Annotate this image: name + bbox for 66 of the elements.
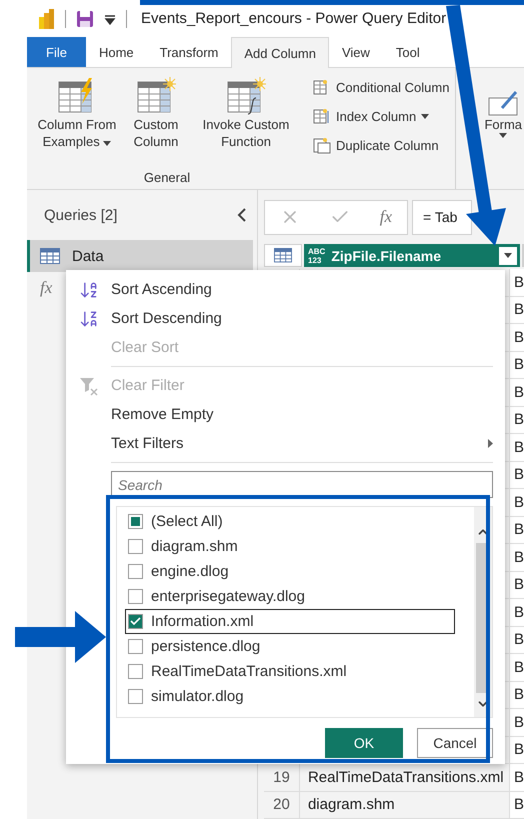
checkbox-item[interactable]: (Select All) <box>125 509 455 534</box>
table-cell: B <box>508 709 524 736</box>
checkbox[interactable] <box>128 614 143 629</box>
ribbon-button[interactable]: Custom Column <box>125 76 187 170</box>
ribbon-button[interactable]: Invoke Custom Function <box>189 76 303 170</box>
table-icon <box>40 248 60 264</box>
cancel-button[interactable]: Cancel <box>417 728 493 758</box>
table-cell: B <box>508 324 524 350</box>
menu-item[interactable]: Sort Descending <box>72 304 493 333</box>
table-function-icon <box>226 76 266 116</box>
checkbox[interactable] <box>128 564 143 579</box>
queries-title: Queries [2] <box>44 206 118 224</box>
ribbon-tab[interactable]: Add Column <box>231 37 329 68</box>
caret-icon <box>504 253 512 258</box>
index-column-icon <box>312 108 331 126</box>
format-button[interactable]: Forma <box>456 68 524 189</box>
duplicate-column-icon <box>312 136 331 154</box>
row-number: 20 <box>272 795 291 816</box>
insert-function-button[interactable]: fx <box>380 207 392 228</box>
ribbon-button[interactable]: Duplicate Column <box>312 134 450 157</box>
table-cell: B <box>508 599 524 626</box>
table-cell: B <box>508 379 524 406</box>
table-cell: B <box>508 764 524 790</box>
table-icon <box>274 248 292 263</box>
customize-toolbar-icon[interactable] <box>104 12 116 24</box>
group-label: General <box>144 170 190 185</box>
query-item[interactable]: Data <box>27 240 253 272</box>
window-title: Events_Report_encours - Power Query Editor <box>141 10 446 27</box>
save-icon[interactable] <box>76 10 94 28</box>
checkbox[interactable] <box>128 514 143 529</box>
formula-field[interactable]: = Tab <box>412 200 472 235</box>
checkbox-item[interactable]: Information.xml <box>125 609 455 634</box>
table-menu-button[interactable] <box>264 244 302 267</box>
text-format-icon <box>488 90 518 116</box>
filter-dropdown-button[interactable] <box>499 246 517 265</box>
checkbox[interactable] <box>128 639 143 654</box>
checkbox-item[interactable]: enterprisegateway.dlog <box>125 584 455 609</box>
table-cell: B <box>508 489 524 516</box>
sort-descending-icon <box>78 308 98 328</box>
menu-item[interactable]: Sort Ascending <box>72 275 493 304</box>
checkbox-item[interactable]: simulator.dlog <box>125 684 455 709</box>
menu-item[interactable]: Text Filters <box>72 429 493 458</box>
table-cell: B <box>508 434 524 460</box>
app-logo-icon <box>39 8 55 28</box>
sort-ascending-icon <box>78 280 98 300</box>
type-icon[interactable]: ABC 123 <box>308 246 326 265</box>
table-cell: B <box>508 269 524 296</box>
collapse-icon[interactable] <box>237 208 247 222</box>
submenu-arrow-icon <box>488 439 493 448</box>
table-cell: B <box>508 544 524 570</box>
checkbox[interactable] <box>128 689 143 704</box>
file-tab[interactable]: File <box>27 37 86 67</box>
menu-item[interactable]: Remove Empty <box>72 400 493 429</box>
ribbon-button[interactable]: Conditional Column <box>312 76 450 99</box>
checkbox-item[interactable]: RealTimeDataTransitions.xml <box>125 659 455 684</box>
checkbox[interactable] <box>128 539 143 554</box>
checkbox[interactable] <box>128 664 143 679</box>
checkbox-item[interactable]: engine.dlog <box>125 559 455 584</box>
ribbon-button[interactable]: Index Column <box>312 105 450 128</box>
ribbon-button[interactable]: Column From Examples <box>31 76 123 170</box>
row-number: 19 <box>272 768 291 788</box>
checkbox[interactable] <box>128 589 143 604</box>
checkbox-item[interactable]: diagram.shm <box>125 534 455 559</box>
ok-button[interactable]: OK <box>325 728 403 758</box>
table-cell: B <box>508 654 524 680</box>
checkbox-item[interactable]: persistence.dlog <box>125 634 455 659</box>
